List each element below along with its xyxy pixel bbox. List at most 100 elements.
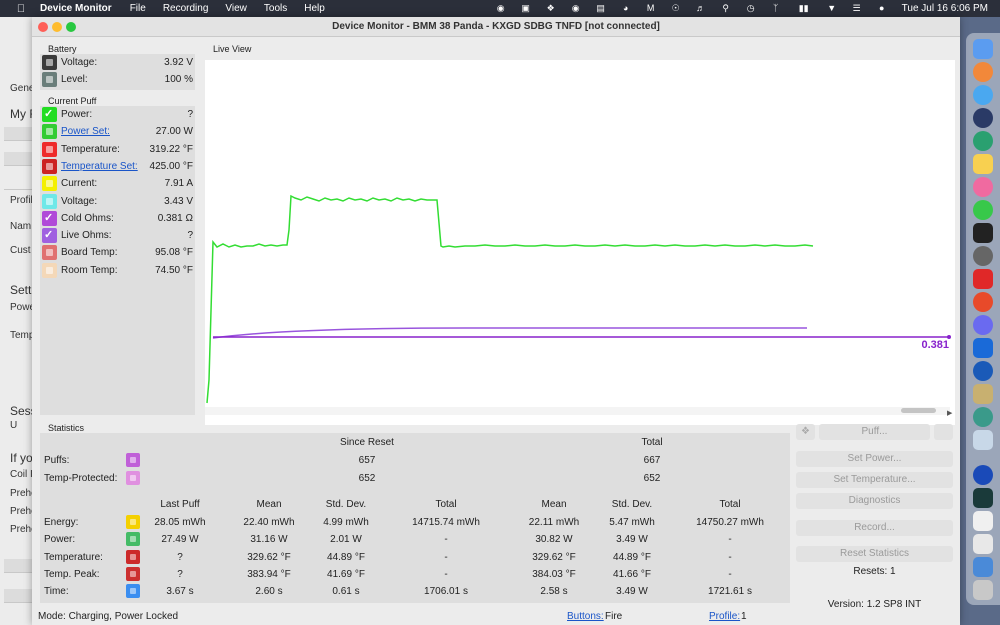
puff-label[interactable]: Temperature Set: xyxy=(61,161,138,172)
menu-recording[interactable]: Recording xyxy=(163,3,209,14)
chatgpt-icon[interactable] xyxy=(973,131,993,151)
battery-color-toggle[interactable] xyxy=(42,72,57,88)
battery-icon[interactable]: ▮▮ xyxy=(795,3,813,14)
puff-color-toggle[interactable] xyxy=(42,193,57,209)
bg-label: Gene xyxy=(10,83,34,94)
record-button[interactable]: Record... xyxy=(796,520,953,536)
puff-color-toggle[interactable]: ✓ xyxy=(42,228,57,244)
trash-icon[interactable] xyxy=(973,580,993,600)
puff-color-toggle[interactable] xyxy=(42,124,57,140)
puff-row-room-temp: Room Temp: 74.50 °F xyxy=(40,262,195,279)
airplay-icon[interactable]: ☉ xyxy=(670,3,682,14)
j-app-icon[interactable] xyxy=(973,338,993,358)
battery-color-toggle[interactable] xyxy=(42,55,57,70)
puff-color-toggle[interactable]: ✓ xyxy=(42,107,57,122)
temp-protected-total: 652 xyxy=(643,473,661,484)
profile-link[interactable]: Profile: xyxy=(709,611,740,622)
swatch-icon xyxy=(46,145,53,153)
finder-icon[interactable] xyxy=(973,39,993,59)
menu-tools[interactable]: Tools xyxy=(264,3,287,14)
monitor-app-icon[interactable] xyxy=(973,488,993,508)
temp-protected-color-toggle[interactable] xyxy=(126,471,140,485)
puff-row-cold-ohms: ✓ Cold Ohms: 0.381 Ω xyxy=(40,210,195,227)
swatch-icon xyxy=(46,180,53,188)
swatch-icon xyxy=(46,128,53,136)
apple-icon[interactable]:  xyxy=(14,3,28,15)
time-machine-icon[interactable]: ◷ xyxy=(745,3,757,14)
notes-icon[interactable] xyxy=(973,154,993,174)
b-app-icon[interactable] xyxy=(973,108,993,128)
menu-clock[interactable]: Tue Jul 16 6:06 PM xyxy=(902,3,988,14)
timer-icon[interactable]: ◕ xyxy=(620,3,632,14)
puff-options-button[interactable] xyxy=(934,424,953,440)
checkmark-icon: ✓ xyxy=(44,108,54,120)
puff-row-board-temp: Board Temp: 95.08 °F xyxy=(40,244,195,261)
red-app-icon[interactable] xyxy=(973,292,993,312)
archive-icon[interactable]: ▤ xyxy=(595,3,607,14)
puffs-color-toggle[interactable] xyxy=(126,453,140,467)
live-scroll-arrow-icon[interactable]: ▶ xyxy=(947,409,953,417)
settings-icon[interactable] xyxy=(973,246,993,266)
downloads-icon[interactable] xyxy=(973,557,993,577)
bg-label: Prehe xyxy=(10,506,34,517)
diagnostics-button[interactable]: Diagnostics xyxy=(796,493,953,509)
image-app-icon[interactable] xyxy=(973,430,993,450)
dock xyxy=(966,33,1000,605)
reset-statistics-button[interactable]: Reset Statistics xyxy=(796,546,953,562)
set-power-button[interactable]: Set Power... xyxy=(796,451,953,467)
battery-row-level: Level: 100 % xyxy=(40,71,195,88)
messages-icon[interactable] xyxy=(973,200,993,220)
q-app-icon[interactable] xyxy=(973,269,993,289)
puff-label[interactable]: Power Set: xyxy=(61,126,110,137)
control-center-icon[interactable]: ☰ xyxy=(851,3,863,14)
puff-row-power-set: Power Set: 27.00 W xyxy=(40,123,195,140)
doc-icon[interactable] xyxy=(973,511,993,531)
photos-icon[interactable] xyxy=(973,177,993,197)
bluetooth-icon[interactable]: ᛉ xyxy=(770,3,782,14)
device-monitor-window: Device Monitor - BMM 38 Panda - KXGD SDB… xyxy=(32,17,960,625)
puff-mode-button[interactable]: ❖ xyxy=(796,424,815,440)
buttons-link[interactable]: Buttons: xyxy=(567,611,604,622)
live-scroll-track[interactable] xyxy=(205,407,950,415)
live-view-chart[interactable]: 0.381 ▶ xyxy=(205,60,955,425)
puff-color-toggle[interactable]: ✓ xyxy=(42,210,57,226)
menu-file[interactable]: File xyxy=(130,3,146,14)
puff-color-toggle[interactable] xyxy=(42,141,57,157)
mail-icon[interactable]: M xyxy=(645,3,657,14)
menu-app-name[interactable]: Device Monitor xyxy=(40,3,112,14)
messenger-icon[interactable] xyxy=(973,315,993,335)
stats-column-header: Total xyxy=(435,499,457,510)
onepassword-mini-icon[interactable] xyxy=(973,465,993,485)
onepassword-dock-icon[interactable] xyxy=(973,361,993,381)
puff-color-toggle[interactable] xyxy=(42,158,57,174)
dropbox-icon[interactable]: ❖ xyxy=(545,3,557,14)
stats-cell: 1721.61 s xyxy=(708,586,752,598)
preview-icon[interactable] xyxy=(973,384,993,404)
app-j-icon[interactable]: ▣ xyxy=(520,3,532,14)
puff-color-toggle[interactable] xyxy=(42,245,57,261)
stats-cell: 14715.74 mWh xyxy=(412,517,480,528)
search-icon[interactable]: ⚲ xyxy=(720,3,732,14)
volume-icon[interactable]: ♬ xyxy=(695,3,707,14)
onepassword-icon[interactable]: ◉ xyxy=(495,3,507,14)
puff-label: Room Temp: xyxy=(61,264,118,276)
safari-icon[interactable] xyxy=(973,85,993,105)
atom-icon[interactable] xyxy=(973,407,993,427)
puff-color-toggle[interactable] xyxy=(42,176,57,192)
puff-button[interactable]: Puff... xyxy=(819,424,930,440)
puff-color-toggle[interactable] xyxy=(42,262,57,278)
shield-icon[interactable]: ◉ xyxy=(570,3,582,14)
menu-help[interactable]: Help xyxy=(304,3,325,14)
wifi-icon[interactable]: ▼ xyxy=(826,3,838,14)
folder-icon[interactable] xyxy=(973,534,993,554)
terminal-icon[interactable] xyxy=(973,223,993,243)
live-scroll-thumb[interactable] xyxy=(901,408,936,413)
siri-icon[interactable]: ● xyxy=(876,3,888,14)
statistics-panel: Since Reset Total Puffs: 657 667 Temp-Protect… xyxy=(40,433,790,603)
puffs-since-reset: 657 xyxy=(358,455,376,466)
menu-view[interactable]: View xyxy=(225,3,247,14)
live-view-svg: 0.381 ▶ xyxy=(205,194,953,417)
puffs-total: 667 xyxy=(643,455,661,466)
firefox-icon[interactable] xyxy=(973,62,993,82)
set-temperature-button[interactable]: Set Temperature... xyxy=(796,472,953,488)
